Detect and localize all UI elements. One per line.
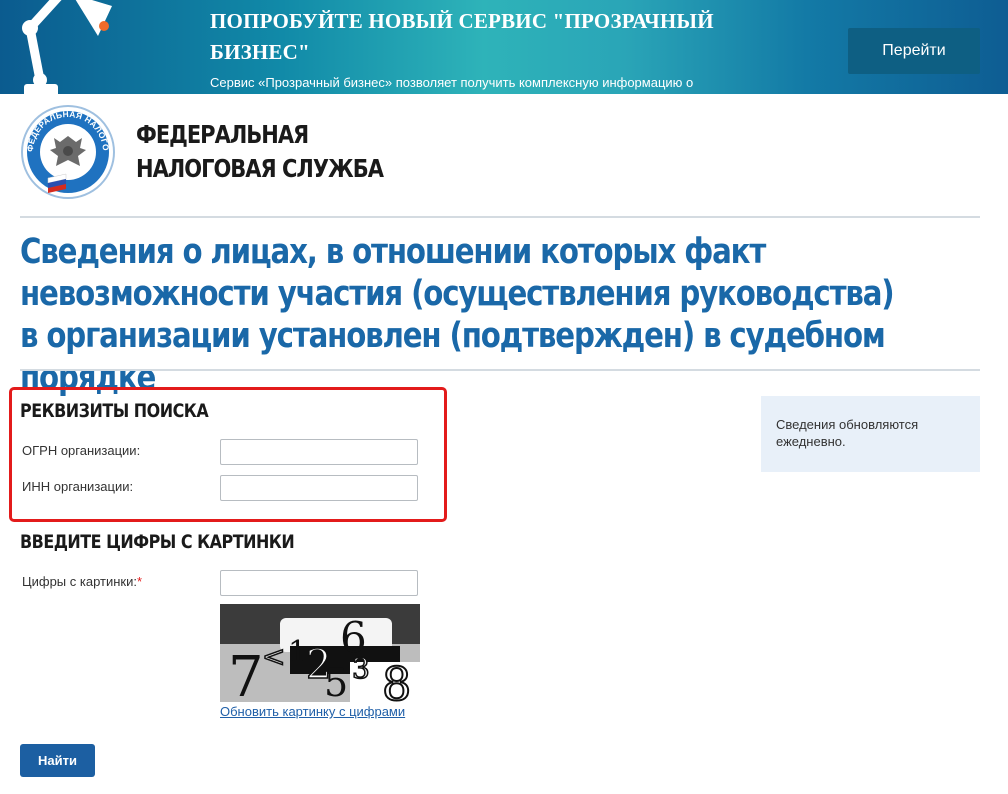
inn-label: ИНН организации: <box>22 479 134 494</box>
ogrn-label: ОГРН организации: <box>22 443 141 458</box>
title-divider <box>20 369 980 371</box>
fns-logo[interactable]: ФЕДЕРАЛЬНАЯ НАЛОГОВАЯ СЛУЖБА <box>20 104 116 202</box>
inn-input[interactable] <box>220 475 418 501</box>
captcha-image: 7 < 1 2 6 5 3 8 <box>220 604 420 702</box>
find-button[interactable]: Найти <box>20 744 95 777</box>
header-divider <box>20 216 980 218</box>
go-button[interactable]: Перейти <box>848 28 980 74</box>
update-info-text: Сведения обновляются ежедневно. <box>776 417 919 449</box>
svg-text:8: 8 <box>382 657 411 702</box>
ogrn-input[interactable] <box>220 439 418 465</box>
page-title: Сведения о лицах, в отношении которых фа… <box>20 232 895 398</box>
search-section-heading: РЕКВИЗИТЫ ПОИСКА <box>20 400 209 422</box>
org-name-line-1: ФЕДЕРАЛЬНАЯ <box>136 120 309 149</box>
banner-text: Сервис «Прозрачный бизнес» позволяет пол… <box>210 75 694 90</box>
svg-text:5: 5 <box>324 661 348 702</box>
update-info-box: Сведения обновляются ежедневно. <box>761 396 980 472</box>
required-mark: * <box>136 574 143 589</box>
captcha-label: Цифры с картинки:* <box>22 574 142 589</box>
promo-banner: ПОПРОБУЙТЕ НОВЫЙ СЕРВИС "ПРОЗРАЧНЫЙ БИЗН… <box>0 0 1008 94</box>
svg-text:<: < <box>262 640 285 673</box>
captcha-input[interactable] <box>220 570 418 596</box>
svg-text:3: 3 <box>352 652 370 685</box>
svg-text:7: 7 <box>228 645 264 702</box>
org-name-line-2: НАЛОГОВАЯ СЛУЖБА <box>136 154 384 183</box>
captcha-section-heading: ВВЕДИТЕ ЦИФРЫ С КАРТИНКИ <box>20 531 295 553</box>
banner-title: ПОПРОБУЙТЕ НОВЫЙ СЕРВИС "ПРОЗРАЧНЫЙ БИЗН… <box>210 9 714 64</box>
captcha-label-text: Цифры с картинки: <box>22 574 137 589</box>
refresh-captcha-link[interactable]: Обновить картинку с цифрами <box>220 704 405 719</box>
svg-text:1: 1 <box>288 635 307 670</box>
desk-lamp-icon <box>22 0 112 94</box>
organization-name: ФЕДЕРАЛЬНАЯ НАЛОГОВАЯ СЛУЖБА <box>136 118 384 186</box>
